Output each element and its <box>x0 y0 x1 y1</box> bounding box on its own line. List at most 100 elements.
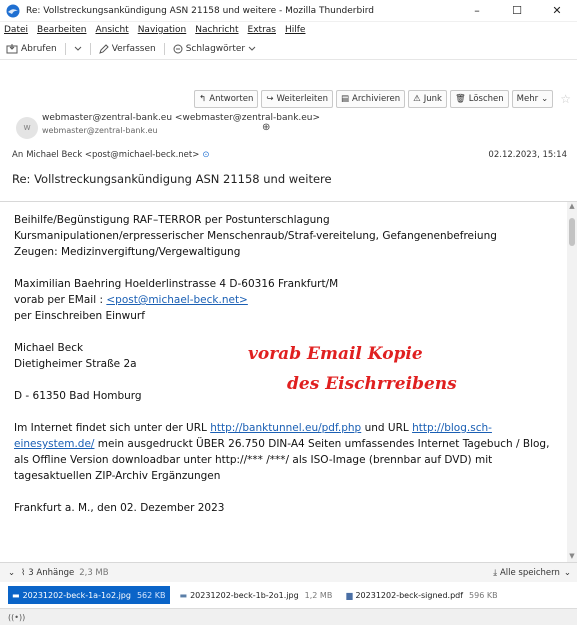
attachment-name: 20231202-beck-1a-1o2.jpg <box>22 590 131 600</box>
main-toolbar: Abrufen Verfassen Schlagwörter <box>0 38 577 60</box>
body-line: Frankfurt a. M., den 02. Dezember 2023 <box>14 502 225 514</box>
attachment-total: 2,3 MB <box>79 567 109 578</box>
body-scrollbar[interactable]: ▲ ▼ <box>567 202 577 562</box>
archive-icon: ▤ <box>340 94 350 104</box>
forward-label: Weiterleiten <box>276 94 328 104</box>
minimize-button[interactable]: – <box>457 0 497 22</box>
message-body[interactable]: Beihilfe/Begünstigung RAF–TERROR per Pos… <box>0 202 577 562</box>
pdf-file-icon: ▆ <box>346 590 353 600</box>
forward-icon: ↪ <box>266 94 274 104</box>
to-row: An Michael Beck <post@michael-beck.net> … <box>12 150 210 160</box>
activity-icon[interactable]: ((•)) <box>8 613 25 622</box>
attachment-size: 562 KB <box>136 590 166 600</box>
menu-extras[interactable]: Extras <box>248 25 276 35</box>
tags-label: Schlagwörter <box>185 43 246 54</box>
body-text: und URL <box>361 422 413 434</box>
compose-label: Verfassen <box>111 43 156 54</box>
menu-navigation[interactable]: Navigation <box>138 25 187 35</box>
junk-label: Junk <box>423 94 442 104</box>
attachment-item[interactable]: ▬ 20231202-beck-1a-1o2.jpg 562 KB <box>8 586 170 604</box>
toolbar-divider <box>89 42 91 55</box>
body-line: Michael Beck <box>14 342 84 354</box>
maximize-button[interactable]: ☐ <box>497 0 537 22</box>
trash-icon: 🗑 <box>454 94 466 104</box>
message-date: 02.12.2023, 15:14 <box>488 150 567 160</box>
attachment-size: 596 KB <box>469 590 498 600</box>
security-icon[interactable]: ⊕ <box>262 122 270 133</box>
delete-button[interactable]: 🗑 Löschen <box>449 90 509 108</box>
menu-nachricht[interactable]: Nachricht <box>195 25 238 35</box>
chevron-down-icon[interactable] <box>74 46 82 52</box>
junk-button[interactable]: ⚠ Junk <box>408 90 447 108</box>
from-sub-address: webmaster@zentral-bank.eu <box>42 126 158 135</box>
title-bar: Re: Vollstreckungsankündigung ASN 21158 … <box>0 0 577 22</box>
blog-link-cont[interactable]: einesystem.de/ <box>14 438 94 450</box>
attachment-summary: 3 Anhänge <box>28 567 75 578</box>
body-line: vorab per EMail : <box>14 294 107 306</box>
from-address[interactable]: webmaster@zentral-bank.eu <webmaster@zen… <box>42 113 320 123</box>
more-label: Mehr <box>516 94 539 104</box>
menu-bar: Datei Bearbeiten Ansicht Navigation Nach… <box>0 22 577 38</box>
download-icon: ⤓ <box>493 567 497 578</box>
avatar: w <box>16 117 38 139</box>
toolbar-divider <box>64 42 66 55</box>
contact-icon[interactable]: ⊙ <box>202 150 209 160</box>
email-link[interactable]: <post@michael-beck.net> <box>106 294 248 306</box>
chevron-down-icon[interactable]: ⌄ <box>8 568 15 578</box>
chevron-down-icon: ⌄ <box>541 94 549 104</box>
stamp-line-1: vorab Email Kopie <box>248 344 423 364</box>
toolbar-divider <box>163 42 165 55</box>
reply-label: Antworten <box>209 94 254 104</box>
forward-button[interactable]: ↪ Weiterleiten <box>261 90 333 108</box>
body-line: Maximilian Baehring Hoelderlinstrasse 4 … <box>14 278 339 290</box>
message-actions: ↰ Antworten ↪ Weiterleiten ▤ Archivieren… <box>194 90 571 108</box>
body-text: Im Internet findet sich unter der URL <box>14 422 211 434</box>
body-line: per Einschreiben Einwurf <box>14 310 145 322</box>
body-text: mein ausgedruckt ÜBER 26.750 DIN-A4 Seit… <box>14 438 550 482</box>
image-file-icon: ▬ <box>179 590 188 600</box>
menu-datei[interactable]: Datei <box>4 25 28 35</box>
close-button[interactable]: ✕ <box>537 0 577 22</box>
fetch-icon <box>6 43 18 53</box>
message-subject: Re: Vollstreckungsankündigung ASN 21158 … <box>12 172 332 186</box>
archive-button[interactable]: ▤ Archivieren <box>335 90 406 108</box>
chevron-down-icon[interactable]: ⌄ <box>564 568 571 578</box>
scroll-up-icon[interactable]: ▲ <box>567 202 577 212</box>
star-icon[interactable]: ☆ <box>560 92 571 106</box>
archive-label: Archivieren <box>352 94 401 104</box>
junk-icon: ⚠ <box>413 94 421 104</box>
pencil-icon <box>98 43 109 54</box>
attachment-name: 20231202-beck-signed.pdf <box>355 590 464 600</box>
attachment-item[interactable]: ▆ 20231202-beck-signed.pdf 596 KB <box>342 586 501 604</box>
delete-label: Löschen <box>468 94 504 104</box>
stamp-line-2: des Eischrreibens <box>287 374 457 394</box>
to-label: An <box>12 150 24 160</box>
banktunnel-link[interactable]: http://banktunnel.eu/pdf.php <box>210 422 361 434</box>
to-value[interactable]: Michael Beck <post@michael-beck.net> <box>26 150 199 160</box>
body-line: Kursmanipulationen/erpresserischer Mensc… <box>14 230 497 242</box>
body-line: Beihilfe/Begünstigung RAF–TERROR per Pos… <box>14 214 330 226</box>
thunderbird-logo-icon <box>6 4 20 17</box>
body-line: D - 61350 Bad Homburg <box>14 390 142 402</box>
save-all-button[interactable]: Alle speichern <box>500 568 560 578</box>
fetch-button[interactable]: Abrufen <box>6 43 57 54</box>
menu-hilfe[interactable]: Hilfe <box>285 25 305 35</box>
status-bar: ((•)) <box>0 608 577 625</box>
tags-button[interactable]: Schlagwörter <box>173 44 256 54</box>
more-button[interactable]: Mehr ⌄ <box>511 90 554 108</box>
attachment-list: ▬ 20231202-beck-1a-1o2.jpg 562 KB ▬ 2023… <box>0 582 577 608</box>
attachment-item[interactable]: ▬ 20231202-beck-1b-2o1.jpg 1,2 MB <box>176 586 337 604</box>
attachment-name: 20231202-beck-1b-2o1.jpg <box>190 590 299 600</box>
attachment-size: 1,2 MB <box>304 590 333 600</box>
attachment-bar[interactable]: ⌄ ⌇ 3 Anhänge 2,3 MB ⤓ Alle speichern ⌄ <box>0 562 577 582</box>
scroll-down-icon[interactable]: ▼ <box>567 552 577 562</box>
menu-bearbeiten[interactable]: Bearbeiten <box>37 25 86 35</box>
message-header: ↰ Antworten ↪ Weiterleiten ▤ Archivieren… <box>0 60 577 202</box>
scroll-thumb[interactable] <box>569 218 575 246</box>
blog-link[interactable]: http://blog.sch- <box>412 422 492 434</box>
reply-button[interactable]: ↰ Antworten <box>194 90 259 108</box>
menu-ansicht[interactable]: Ansicht <box>95 25 128 35</box>
compose-button[interactable]: Verfassen <box>98 43 156 54</box>
body-line: Zeugen: Medizinvergiftung/Vergewaltigung <box>14 246 241 258</box>
message-text: Beihilfe/Begünstigung RAF–TERROR per Pos… <box>14 212 562 532</box>
